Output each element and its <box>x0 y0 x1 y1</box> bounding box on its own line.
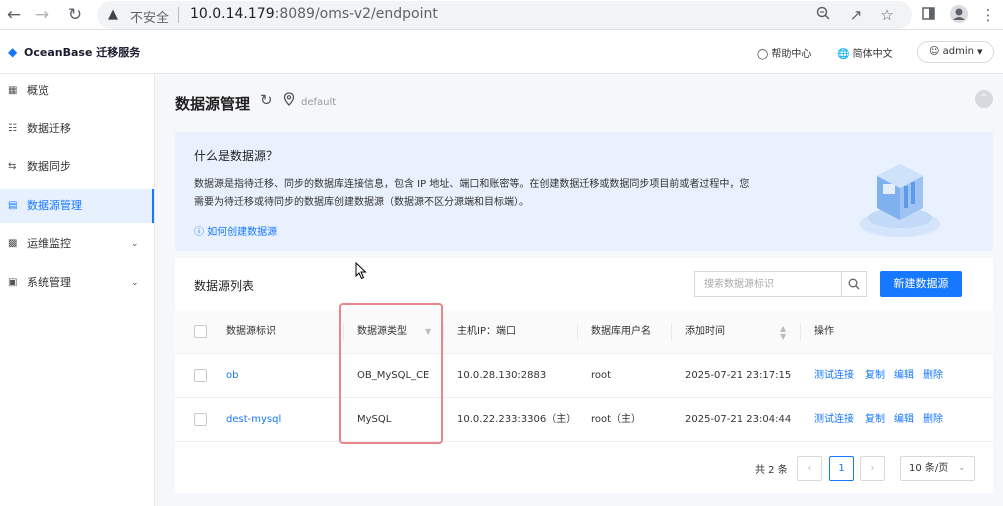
row-checkbox[interactable] <box>194 369 207 382</box>
sidebar-item-data-sync[interactable]: ⇆ 数据同步 <box>0 150 154 184</box>
globe-icon: 🌐 <box>837 49 850 60</box>
app-header: ◆ OceanBase 迁移服务 ◯ 帮助中心 🌐 简体中文 ☺ admin ▼ <box>0 30 1003 74</box>
warning-icon: ▲ <box>108 7 118 22</box>
column-header-name: 数据源标识 <box>226 326 276 337</box>
delete-button[interactable]: 删除 <box>923 354 943 398</box>
search-input[interactable] <box>694 271 841 297</box>
create-datasource-button[interactable]: 新建数据源 <box>880 271 962 297</box>
copy-button[interactable]: 复制 <box>865 398 885 442</box>
intro-title: 什么是数据源？ <box>194 149 279 163</box>
oceanbase-logo-icon: ◆ <box>8 45 18 59</box>
how-to-create-link[interactable]: ⓘ 如何创建数据源 <box>194 223 277 238</box>
intro-banner: 什么是数据源？ 数据源是指待迁移、同步的数据库连接信息，包含 IP 地址、端口和… <box>175 132 993 251</box>
column-header-user: 数据库用户名 <box>591 326 651 337</box>
test-connection-button[interactable]: 测试连接 <box>814 354 854 398</box>
datasource-time: 2025-07-21 23:17:15 <box>685 370 792 381</box>
reload-icon[interactable]: ↻ <box>64 4 86 26</box>
column-header-actions: 操作 <box>814 326 834 337</box>
back-icon[interactable]: ← <box>3 4 25 26</box>
zoom-icon[interactable] <box>812 4 834 26</box>
copy-button[interactable]: 复制 <box>865 354 885 398</box>
browser-toolbar: ← → ↻ ▲ 不安全 10.0.14.179:8089/oms-v2/endp… <box>0 0 1003 30</box>
test-connection-button[interactable]: 测试连接 <box>814 398 854 442</box>
profile-icon[interactable] <box>948 4 970 26</box>
table-row: dest-mysql MySQL 10.0.22.233:3306（主） roo… <box>175 398 993 442</box>
datasource-type: OB_MySQL_CE <box>357 370 430 381</box>
language-switch[interactable]: 🌐 简体中文 <box>837 45 893 60</box>
page-size-select[interactable]: 10 条/页 ⌄ <box>900 456 975 481</box>
forward-icon[interactable]: → <box>31 4 53 26</box>
column-header-time: 添加时间 <box>685 326 725 337</box>
lightbulb-icon: ◯ <box>757 49 769 60</box>
settings-box-icon: ▣ <box>8 277 18 288</box>
datasource-user: root <box>591 370 612 381</box>
edit-button[interactable]: 编辑 <box>894 354 914 398</box>
search-icon[interactable] <box>841 271 867 297</box>
document-list-icon: ▤ <box>8 200 18 211</box>
intro-description: 数据源是指待迁移、同步的数据库连接信息，包含 IP 地址、端口和账密等。在创建数… <box>194 179 750 190</box>
caret-down-icon: ▼ <box>977 48 983 56</box>
row-checkbox[interactable] <box>194 413 207 426</box>
url-text: 10.0.14.179:8089/oms-v2/endpoint <box>190 6 438 22</box>
sidebar-item-system-management[interactable]: ▣ 系统管理 ⌄ <box>0 266 154 300</box>
tenant-label: default <box>301 97 337 108</box>
sidebar-item-ops-monitoring[interactable]: ▩ 运维监控 ⌄ <box>0 227 154 261</box>
share-icon[interactable]: ↗ <box>845 4 867 26</box>
chevron-down-icon: ⌄ <box>958 463 966 473</box>
security-label: 不安全 <box>130 11 170 26</box>
column-header-host: 主机IP：端口 <box>457 326 516 337</box>
table-header: 数据源标识 数据源类型 ▼ 主机IP：端口 数据库用户名 添加时间 ▲ ▼ 操作 <box>175 310 993 354</box>
table-row: ob OB_MySQL_CE 10.0.28.130:2883 root 202… <box>175 354 993 398</box>
address-bar[interactable]: ▲ 不安全 10.0.14.179:8089/oms-v2/endpoint <box>97 1 912 29</box>
intro-description: 需要为待迁移或待同步的数据库创建数据源（数据源不区分源端和目标端）。 <box>194 197 529 208</box>
location-pin-icon <box>283 92 295 110</box>
filter-icon[interactable]: ▼ <box>425 328 431 336</box>
user-icon: ☺ <box>929 46 940 57</box>
grid-icon: ▦ <box>8 85 18 96</box>
chevron-down-icon: ⌄ <box>131 278 139 288</box>
monitor-icon: ▩ <box>8 238 18 249</box>
edit-button[interactable]: 编辑 <box>894 398 914 442</box>
column-header-type: 数据源类型 <box>357 326 407 337</box>
sidebar-item-datasource-management[interactable]: ▤ 数据源管理 <box>0 189 154 223</box>
sidepanel-icon[interactable] <box>917 4 939 26</box>
pagination-total: 共 2 条 <box>755 465 788 476</box>
product-logo[interactable]: ◆ OceanBase 迁移服务 <box>8 44 140 60</box>
chevron-down-icon: ⌄ <box>131 239 139 249</box>
kebab-menu-icon[interactable]: ⋮ <box>977 4 999 26</box>
datasource-user: root（主） <box>591 414 642 425</box>
page-title: 数据源管理 <box>175 95 251 113</box>
next-page-button[interactable]: › <box>860 456 885 481</box>
sort-icon[interactable]: ▲ ▼ <box>780 325 786 341</box>
datasource-time: 2025-07-21 23:04:44 <box>685 414 792 425</box>
list-title: 数据源列表 <box>194 279 255 293</box>
sidebar: ▦ 概览 ☷ 数据迁移 ⇆ 数据同步 ▤ 数据源管理 ▩ 运维监控 ⌄ ▣ 系统… <box>0 74 155 506</box>
hierarchy-icon: ☷ <box>8 123 17 134</box>
database-illustration-icon <box>855 146 945 241</box>
sidebar-item-overview[interactable]: ▦ 概览 <box>0 74 154 108</box>
collapse-up-icon[interactable]: ⌃ <box>975 90 993 108</box>
help-center-link[interactable]: ◯ 帮助中心 <box>757 45 811 60</box>
datasource-name-link[interactable]: dest-mysql <box>226 398 281 442</box>
datasource-type: MySQL <box>357 414 392 425</box>
datasource-host: 10.0.22.233:3306（主） <box>457 414 577 425</box>
user-menu-button[interactable]: ☺ admin ▼ <box>917 41 994 63</box>
star-icon[interactable]: ☆ <box>876 4 898 26</box>
help-circle-icon: ⓘ <box>194 227 204 238</box>
select-all-checkbox[interactable] <box>194 325 207 338</box>
sync-arrows-icon: ⇆ <box>8 161 17 172</box>
datasource-name-link[interactable]: ob <box>226 354 238 398</box>
refresh-icon[interactable]: ↻ <box>260 91 273 109</box>
delete-button[interactable]: 删除 <box>923 398 943 442</box>
datasource-host: 10.0.28.130:2883 <box>457 370 547 381</box>
sidebar-item-data-migration[interactable]: ☷ 数据迁移 <box>0 112 154 146</box>
page-number-button[interactable]: 1 <box>829 456 854 481</box>
prev-page-button[interactable]: ‹ <box>797 456 822 481</box>
mouse-cursor-icon <box>355 261 367 284</box>
